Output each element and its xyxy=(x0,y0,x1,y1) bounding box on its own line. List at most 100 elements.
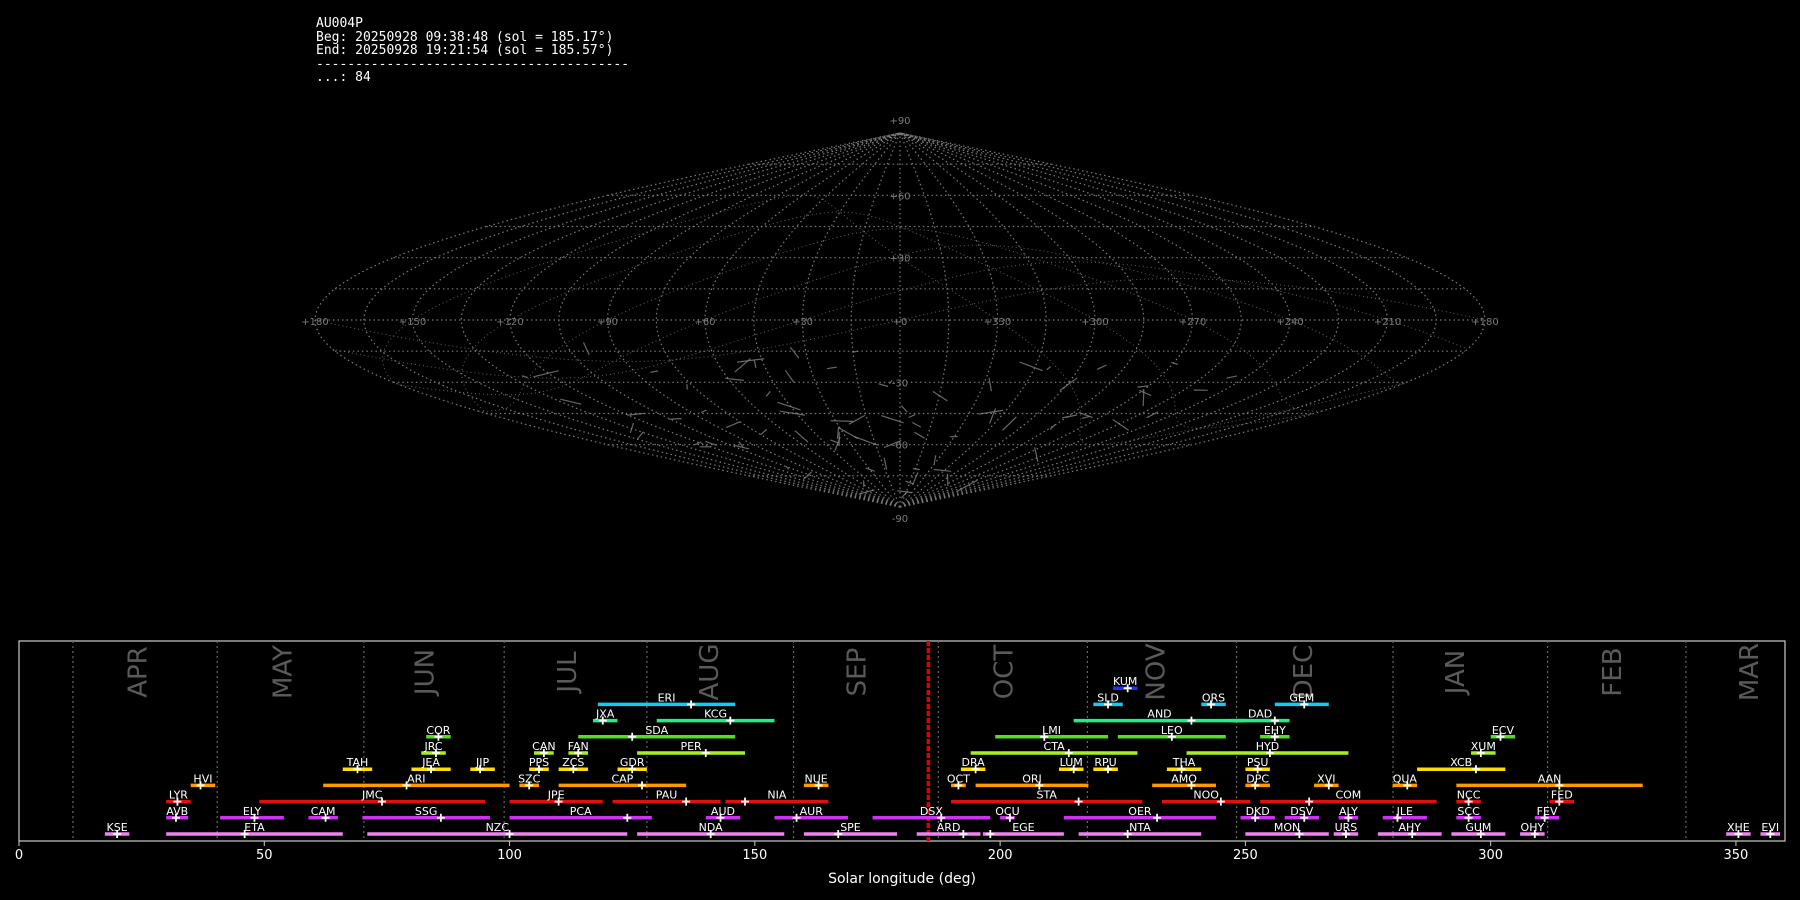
month-label: JAN xyxy=(1441,650,1471,696)
meteor-track xyxy=(830,420,854,422)
meteor-track xyxy=(836,426,840,439)
shower-ehy: EHY xyxy=(1260,724,1290,741)
shower-ors: ORS xyxy=(1201,691,1226,709)
shower-label: AAN xyxy=(1538,772,1562,785)
shower-sta: STA xyxy=(951,789,1143,806)
shower-label: JEA xyxy=(421,756,440,769)
meteor-track xyxy=(838,427,859,440)
meteor-track xyxy=(700,409,707,414)
meridian-label: +90 xyxy=(597,317,618,328)
shower-label: XHE xyxy=(1727,821,1750,834)
shower-label: DRA xyxy=(962,756,986,769)
meridian-label: +330 xyxy=(984,317,1011,328)
meteor-track xyxy=(900,405,908,413)
shower-gem: GEM xyxy=(1274,691,1329,709)
x-tick-label: 100 xyxy=(497,848,522,863)
shower-gdr: GDR xyxy=(617,756,647,774)
shower-label: OCT xyxy=(947,772,970,785)
shower-lyr: LYR xyxy=(166,789,191,806)
x-axis-label: Solar longitude (deg) xyxy=(828,871,976,887)
shower-label: PPS xyxy=(529,756,549,769)
shower-pps: PPS xyxy=(529,756,549,774)
shower-aur: AUR xyxy=(774,805,849,822)
meteor-track xyxy=(1046,366,1052,371)
meteor-track xyxy=(1059,377,1078,391)
shower-kcg: KCG xyxy=(656,708,775,725)
meteor-track xyxy=(734,358,751,373)
shower-label: GUM xyxy=(1465,821,1491,834)
shower-psu: PSU xyxy=(1245,756,1270,774)
meridian-label: +0 xyxy=(893,317,908,328)
meteor-track xyxy=(989,408,997,424)
shower-avb: AVB xyxy=(166,805,189,822)
shower-ohy: OHY xyxy=(1520,821,1545,838)
meteor-track xyxy=(897,490,912,494)
shower-label: AUR xyxy=(800,805,824,818)
shower-can: CAN xyxy=(532,740,556,757)
shower-sda: SDA xyxy=(578,724,736,741)
shower-nda: NDA xyxy=(637,821,785,838)
shower-label: JPE xyxy=(547,789,565,802)
shower-label: NOO xyxy=(1193,789,1219,802)
shower-dad: DAD xyxy=(1230,708,1290,725)
month-label: APR xyxy=(124,646,154,698)
month-label: FEB xyxy=(1598,647,1628,696)
shower-ely: ELY xyxy=(220,805,284,822)
shower-dsx: DSX xyxy=(872,805,991,822)
shower-cta: CTA xyxy=(970,740,1138,757)
meteor-track xyxy=(725,421,741,429)
shower-label: RPU xyxy=(1094,756,1116,769)
month-label: SEP xyxy=(842,648,872,697)
shower-gum: GUM xyxy=(1451,821,1506,838)
meteor-track xyxy=(865,467,875,472)
shower-xum: XUM xyxy=(1471,740,1496,757)
meteor-track xyxy=(650,370,659,373)
shower-ocu: OCU xyxy=(995,805,1020,822)
shower-per: PER xyxy=(637,740,746,757)
shower-label: DAD xyxy=(1248,708,1272,721)
month-label: MAY xyxy=(268,645,298,699)
shower-jle: JLE xyxy=(1382,805,1427,822)
meridian-label: +300 xyxy=(1081,317,1108,328)
meridian-label: +240 xyxy=(1276,317,1303,328)
x-tick-label: 50 xyxy=(256,848,273,863)
shower-label: JLE xyxy=(1396,805,1413,818)
meridian-label: +270 xyxy=(1179,317,1206,328)
shower-label: EVI xyxy=(1761,821,1779,834)
shower-nzc: NZC xyxy=(367,821,628,838)
shower-xcb: XCB xyxy=(1417,756,1506,774)
shower-nta: NTA xyxy=(1078,821,1202,838)
shower-label: JXA xyxy=(595,708,615,721)
shower-label: JIP xyxy=(475,756,489,769)
shower-label: LUM xyxy=(1060,756,1083,769)
shower-label: TAH xyxy=(346,756,369,769)
parallel-label: +90 xyxy=(889,116,910,127)
shower-label: LEO xyxy=(1161,724,1183,737)
meteor-track xyxy=(848,414,866,425)
parallel-label: -30 xyxy=(892,378,908,389)
shower-amo: AMO xyxy=(1152,772,1216,790)
shower-jmc: JMC xyxy=(259,789,486,806)
parallel-label: +30 xyxy=(889,254,910,265)
shower-tah: TAH xyxy=(342,756,373,774)
meteor-track xyxy=(1226,375,1238,379)
meridian-label: +180 xyxy=(1471,317,1498,328)
shower-jea: JEA xyxy=(411,756,451,774)
shower-nia: NIA xyxy=(725,789,829,806)
shower-label: CAN xyxy=(532,740,555,753)
shower-label: EGE xyxy=(1012,821,1034,834)
x-tick-label: 200 xyxy=(988,848,1013,863)
shower-label: LYR xyxy=(169,789,188,802)
shower-label: ELY xyxy=(243,805,262,818)
shower-ori: ORI xyxy=(975,772,1089,790)
shower-szc: SZC xyxy=(518,772,541,790)
shower-label: ERI xyxy=(658,691,676,704)
shower-label: NIA xyxy=(767,789,786,802)
shower-label: CAP xyxy=(611,772,633,785)
shower-hvi: HVI xyxy=(190,772,216,790)
shower-label: ZCS xyxy=(562,756,584,769)
meridian-label: +60 xyxy=(694,317,715,328)
meteor-track xyxy=(765,390,771,397)
shower-label: NZC xyxy=(486,821,510,834)
shower-label: JMC xyxy=(361,789,383,802)
